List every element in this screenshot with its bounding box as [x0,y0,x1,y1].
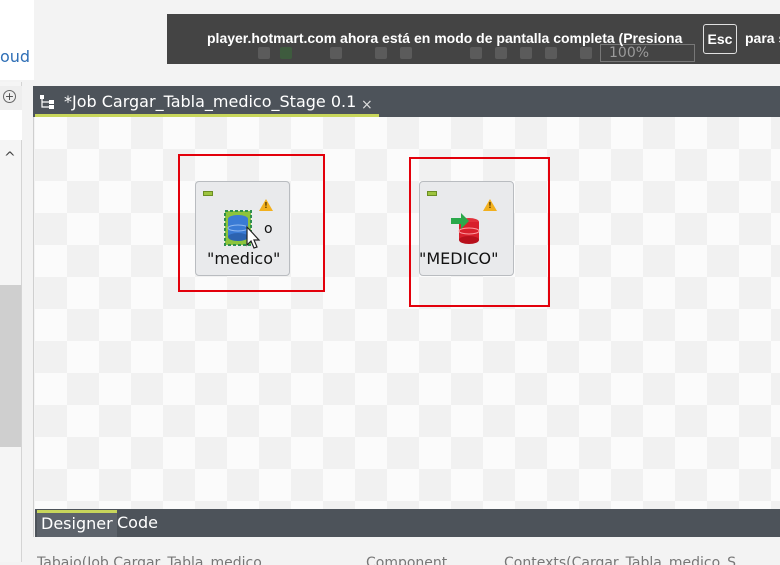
run-icon[interactable] [280,47,292,59]
toolbar-icon[interactable] [400,47,412,59]
view-tab-contexts[interactable]: Contexts(Cargar_Tabla_medico_S... [504,555,780,565]
cloud-link-text[interactable]: oud [0,47,30,66]
tab-title: *Job Cargar_Tabla_medico_Stage 0.1 [64,92,357,111]
toolbar-icon[interactable] [470,47,482,59]
close-icon[interactable]: × [361,97,373,113]
tab-code[interactable]: Code [113,510,162,537]
talend-studio-screen: { "left_panel": { "cloud_text": "oud", "… [0,0,780,565]
database-output-icon [451,213,480,244]
toolbar-icon[interactable] [258,47,270,59]
database-input-icon [224,210,261,249]
toolbar-icon[interactable] [545,47,557,59]
collapse-icon[interactable] [427,191,437,196]
plus-circle-icon[interactable]: + [3,90,16,103]
toolbar-icon[interactable] [580,47,592,59]
toolbar-icon[interactable] [520,47,532,59]
component-label-medico[interactable]: "medico" [207,249,280,268]
designer-canvas[interactable] [35,117,780,509]
repository-tree-area [0,110,22,140]
left-top-area [0,0,34,80]
toolbar-icon[interactable] [495,47,507,59]
component-label-MEDICO[interactable]: "MEDICO" [419,249,498,268]
fullscreen-message-tail: para s [745,30,780,46]
tab-designer[interactable]: Designer [37,510,117,537]
zoom-select[interactable]: 100% [600,44,695,62]
overlay-text: o [264,221,273,237]
view-tab-component[interactable]: Component [366,555,486,565]
chevron-up-icon[interactable]: ^ [4,150,16,166]
fullscreen-message: player.hotmart.com ahora está en modo de… [207,30,683,46]
toolbar-icon[interactable] [375,47,387,59]
collapse-icon[interactable] [203,191,213,196]
toolbar-icon[interactable] [330,47,342,59]
view-tab-job[interactable]: Tabajo(Job Cargar_Tabla_medico... [37,555,337,565]
job-icon [40,95,54,109]
scrollbar-thumb[interactable] [0,285,21,447]
esc-key-badge: Esc [703,24,737,54]
